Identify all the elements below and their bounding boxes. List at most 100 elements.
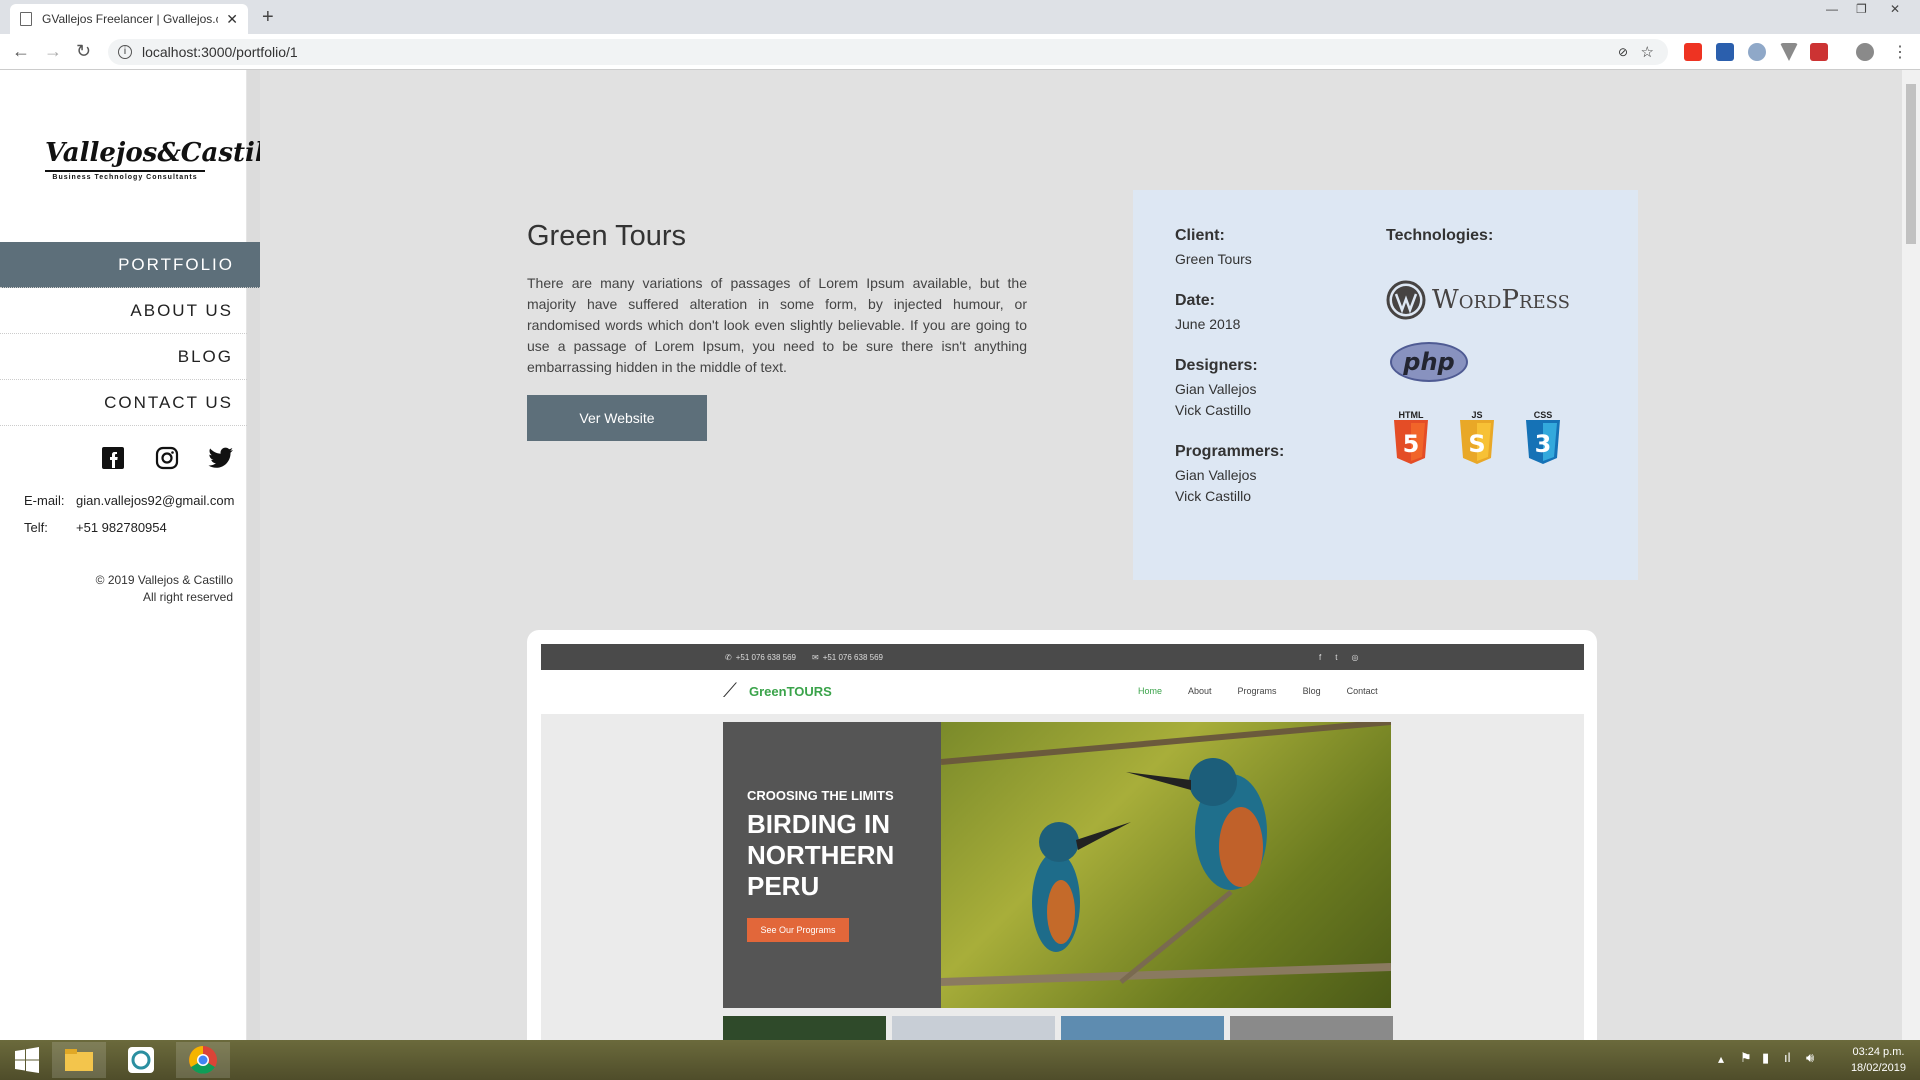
clock-date: 18/02/2019 xyxy=(1850,1062,1906,1074)
project-details-panel: Client: Green Tours Date: June 2018 Desi… xyxy=(1133,190,1638,580)
windows-start-icon[interactable] xyxy=(0,1042,54,1078)
project-title: Green Tours xyxy=(527,220,687,252)
html5-icon: 5 xyxy=(1394,420,1428,464)
client-value: Green Tours xyxy=(1175,251,1252,267)
profile-avatar[interactable] xyxy=(1856,43,1874,61)
wordpress-icon xyxy=(1386,280,1426,320)
email-label: E-mail: xyxy=(24,493,65,508)
preview-phone-icon: ✆ xyxy=(725,652,732,662)
copyright-line: © 2019 Vallejos & Castillo xyxy=(95,573,233,587)
svg-text:3: 3 xyxy=(1535,430,1552,458)
chrome-icon[interactable] xyxy=(176,1042,230,1078)
twitter-icon[interactable] xyxy=(208,445,234,471)
minimize-icon[interactable]: — xyxy=(1826,2,1838,16)
js-label: JS xyxy=(1471,410,1483,420)
instagram-icon[interactable] xyxy=(154,445,180,471)
back-icon[interactable]: ← xyxy=(12,41,30,62)
preview-facebook-icon: f xyxy=(1318,652,1322,662)
preview-bird-icon: ⟋ xyxy=(723,680,737,702)
preview-instagram-icon: ◎ xyxy=(1351,652,1359,662)
address-bar[interactable]: i localhost:3000/portfolio/1 ☆ ⊘ xyxy=(108,39,1668,65)
bookmark-star-icon[interactable]: ☆ xyxy=(1641,43,1654,61)
project-description: There are many variations of passages of… xyxy=(527,275,1027,375)
phone-value: +51 982780954 xyxy=(76,520,167,535)
preview-thumbnails xyxy=(723,1016,1393,1040)
translate-icon[interactable]: ⊘ xyxy=(1618,45,1628,59)
facebook-icon[interactable] xyxy=(100,445,126,471)
preview-brand: GreenTOURS xyxy=(749,684,832,699)
date-label: Date: xyxy=(1175,292,1216,309)
taskbar: ▴ ⚑ ▮ ıl 🔊︎ 03:24 p.m. 18/02/2019 xyxy=(0,1040,1920,1080)
logo[interactable]: Vallejos&Castillo Business Technology Co… xyxy=(45,138,292,181)
preview-thumbnail xyxy=(892,1016,1055,1040)
preview-nav-item: Contact xyxy=(1346,686,1378,696)
opera-extension-icon[interactable] xyxy=(1684,43,1702,61)
show-hidden-icons[interactable]: ▴ xyxy=(1718,1052,1724,1066)
main-content: Green Tours There are many variations of… xyxy=(260,70,1902,1040)
preview-menu: Home About Programs Blog Contact xyxy=(1138,686,1378,696)
social-links xyxy=(100,445,234,471)
nav-item-blog[interactable]: BLOG xyxy=(0,334,247,380)
close-tab-icon[interactable]: ✕ xyxy=(226,11,238,28)
network-icon[interactable]: ıl xyxy=(1784,1050,1791,1065)
preview-topbar: ✆ +51 076 638 569 ✉ +51 076 638 569 f t … xyxy=(541,644,1584,670)
logo-text: Vallejos&Castillo xyxy=(45,138,292,172)
url-text: localhost:3000/portfolio/1 xyxy=(142,44,298,60)
wordpress-text: WordPress xyxy=(1432,285,1570,315)
bookmark-extension-icon[interactable] xyxy=(1716,43,1734,61)
clock-time: 03:24 p.m. xyxy=(1852,1046,1905,1058)
new-tab-icon[interactable]: + xyxy=(262,6,274,29)
app-icon[interactable] xyxy=(114,1042,168,1078)
reload-icon[interactable]: ↻ xyxy=(76,41,91,62)
vue-extension-icon[interactable] xyxy=(1780,43,1798,61)
nav-item-contact-us[interactable]: CONTACT US xyxy=(0,380,247,426)
extension-icon[interactable] xyxy=(1748,43,1766,61)
site-info-icon[interactable]: i xyxy=(118,45,132,59)
html5-logo: HTML 5 xyxy=(1392,410,1430,471)
preview-mail-icon: ✉ xyxy=(811,652,819,662)
system-clock[interactable]: 03:24 p.m. 18/02/2019 xyxy=(1851,1044,1906,1076)
view-website-button[interactable]: Ver Website xyxy=(527,395,707,441)
action-center-flag-icon[interactable]: ⚑ xyxy=(1740,1050,1752,1066)
svg-text:5: 5 xyxy=(1403,430,1420,458)
preview-nav-item: About xyxy=(1188,686,1212,696)
menu-dots-icon[interactable]: ⋮ xyxy=(1892,42,1908,62)
preview-hero-title: PERU xyxy=(747,871,820,901)
client-label: Client: xyxy=(1175,227,1225,244)
birds-image xyxy=(941,722,1391,986)
battery-icon[interactable]: ▮ xyxy=(1762,1050,1769,1066)
technologies-column: Technologies: xyxy=(1386,227,1493,249)
preview-thumbnail xyxy=(1230,1016,1393,1040)
extension-icon[interactable] xyxy=(1810,43,1828,61)
preview-thumbnail xyxy=(1061,1016,1224,1040)
forward-icon[interactable]: → xyxy=(44,41,62,62)
browser-tab[interactable]: GVallejos Freelancer | Gvallejos.c ✕ xyxy=(10,4,248,34)
kingfisher-photo xyxy=(941,722,1391,1008)
preview-nav-item: Programs xyxy=(1237,686,1277,696)
js-logo: JS S xyxy=(1458,410,1496,471)
restore-icon[interactable]: ❐ xyxy=(1856,2,1867,16)
preview-hero-button: See Our Programs xyxy=(747,918,849,942)
preview-body: CROOSING THE LIMITS BIRDING IN NORTHERN … xyxy=(541,714,1584,1040)
tab-title: GVallejos Freelancer | Gvallejos.c xyxy=(42,12,219,26)
nav-item-about-us[interactable]: ABOUT US xyxy=(0,288,247,334)
programmers-label: Programmers: xyxy=(1175,443,1285,460)
nav-item-portfolio[interactable]: PORTFOLIO xyxy=(0,242,282,288)
wordpress-logo: WordPress xyxy=(1386,280,1626,320)
programmer-name: Gian Vallejos xyxy=(1175,467,1257,483)
phone-label: Telf: xyxy=(24,520,48,535)
css-label: CSS xyxy=(1533,410,1553,420)
volume-icon[interactable]: 🔊︎ xyxy=(1806,1050,1814,1066)
file-explorer-icon[interactable] xyxy=(52,1042,106,1078)
date-value: June 2018 xyxy=(1175,316,1241,332)
css3-icon: 3 xyxy=(1526,420,1560,464)
php-logo: php xyxy=(1390,342,1468,382)
email-value[interactable]: gian.vallejos92@gmail.com xyxy=(76,493,234,508)
programmer-name: Vick Castillo xyxy=(1175,488,1251,504)
javascript-icon: S xyxy=(1460,420,1494,464)
page-scrollbar[interactable] xyxy=(1902,70,1920,1040)
close-window-icon[interactable]: ✕ xyxy=(1890,2,1900,16)
scrollbar-thumb[interactable] xyxy=(1906,84,1916,244)
preview-hero: CROOSING THE LIMITS BIRDING IN NORTHERN … xyxy=(723,722,1391,1008)
preview-hero-title: BIRDING IN xyxy=(747,809,890,839)
